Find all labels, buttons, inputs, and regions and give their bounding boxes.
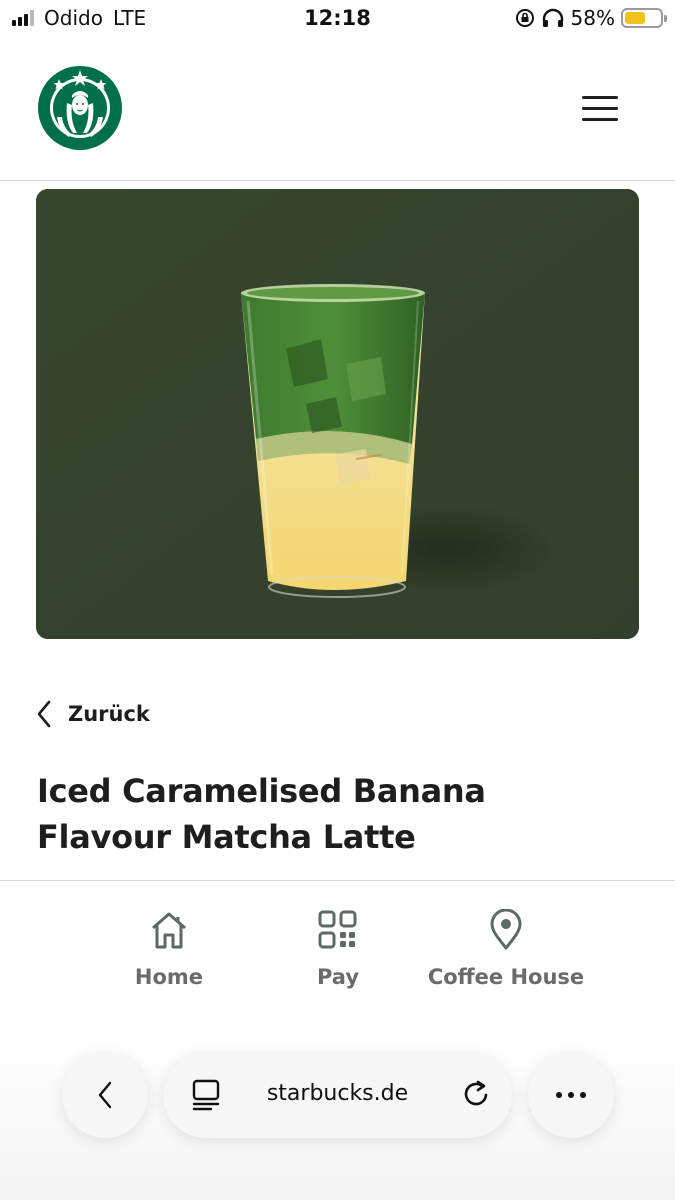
battery-icon [621,8,667,28]
reload-icon[interactable] [460,1078,492,1110]
nav-item-pay[interactable]: Pay [253,909,423,989]
nav-item-coffee-house[interactable]: Coffee House [421,909,591,989]
nav-label-pay: Pay [316,965,360,989]
starbucks-logo[interactable] [37,65,123,151]
address-bar-url: starbucks.de [266,1081,409,1106]
status-bar: Odido LTE 12:18 58% [0,0,675,40]
product-title-line-1: Iced Caramelised Banana [37,772,486,810]
location-pin-icon [490,909,522,950]
battery-percent: 58% [570,6,615,30]
product-hero-image [36,189,639,639]
site-header [0,40,675,181]
qr-code-icon [318,910,357,949]
browser-toolbar: starbucks.de [0,1030,675,1200]
bottom-navigation: Home Pay Coffee House [0,880,675,1030]
browser-back-button[interactable] [62,1052,148,1138]
more-dots-icon [556,1092,586,1098]
product-title-line-2: Flavour Matcha Latte [37,818,416,856]
home-icon [152,912,186,949]
battery-fill [625,12,645,24]
chevron-left-icon [98,1081,112,1109]
product-title: Iced Caramelised Banana Flavour Matcha L… [37,768,597,860]
address-bar[interactable]: starbucks.de [163,1052,512,1138]
nav-label-home: Home [134,965,204,989]
browser-more-button[interactable] [528,1052,614,1138]
status-right: 58% [515,6,667,30]
headphones-icon [542,8,563,27]
nav-item-home[interactable]: Home [84,909,254,989]
chevron-left-icon [37,700,51,728]
matcha-latte-glass-illustration [36,189,639,639]
orientation-lock-icon [515,9,534,27]
nav-label-coffee-house: Coffee House [427,965,585,989]
reader-mode-icon[interactable] [191,1078,221,1112]
back-link[interactable]: Zurück [34,698,150,730]
hamburger-menu-icon[interactable] [576,90,622,126]
back-link-label: Zurück [68,702,150,726]
